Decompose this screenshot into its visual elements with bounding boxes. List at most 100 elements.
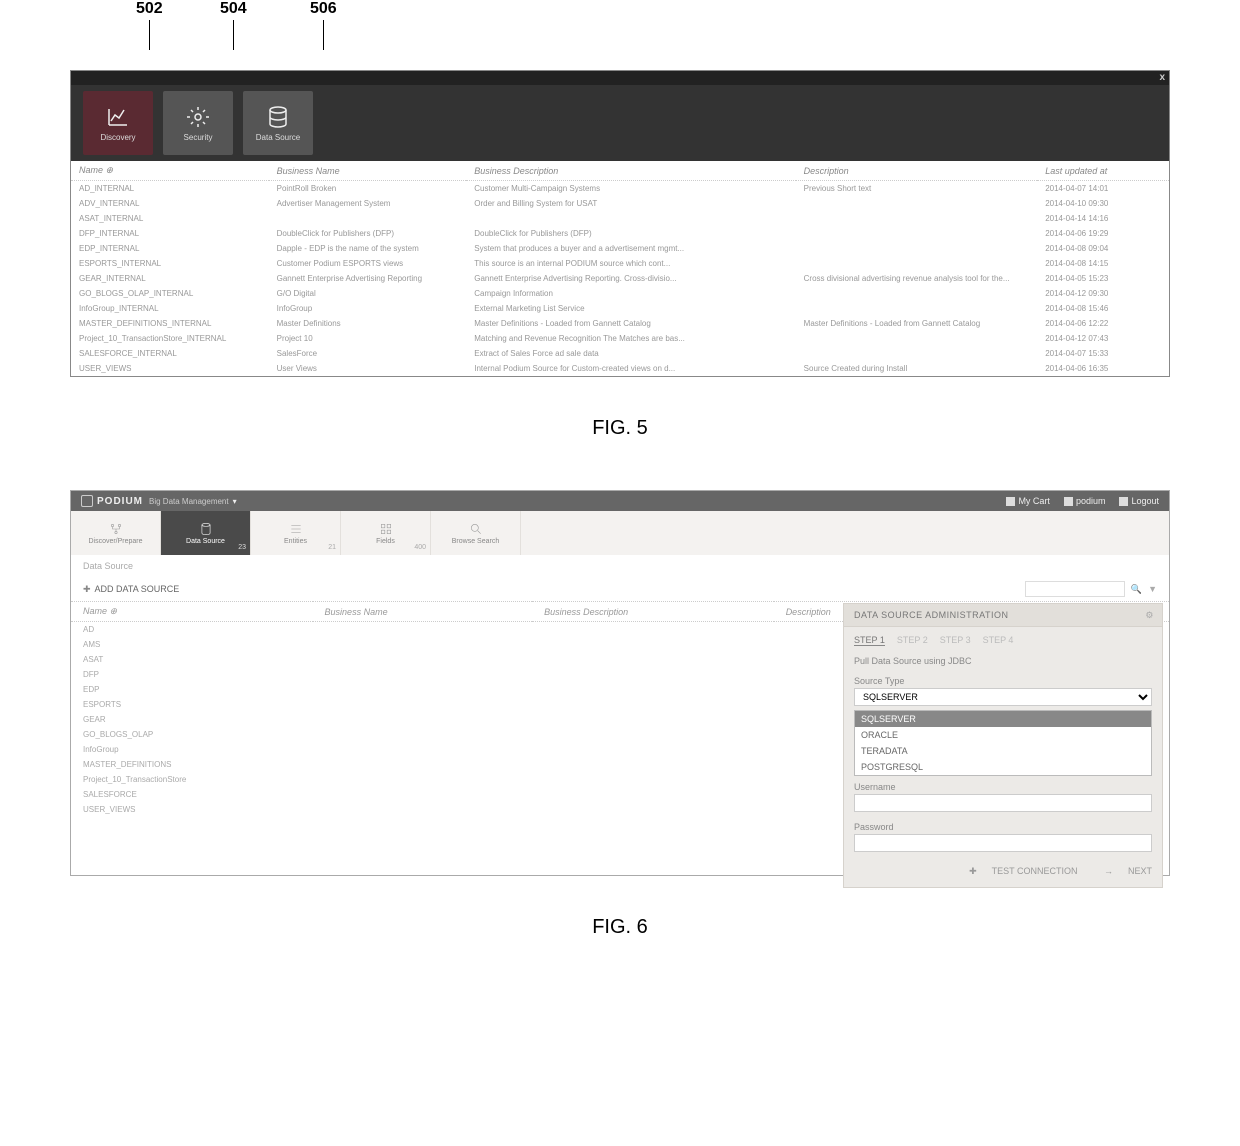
sort-icon[interactable]: ⊕: [106, 165, 114, 175]
table-row[interactable]: GEAR_INTERNALGannett Enterprise Advertis…: [71, 271, 1169, 286]
cell-updated: 2014-04-07 15:33: [1037, 346, 1169, 361]
cell-bdesc: Internal Podium Source for Custom-create…: [466, 361, 795, 376]
cell-name: AD: [71, 622, 313, 638]
panel-title: DATA SOURCE ADMINISTRATION ⚙: [844, 604, 1162, 627]
cell-name: DFP_INTERNAL: [71, 226, 269, 241]
table-row[interactable]: ADV_INTERNALAdvertiser Management System…: [71, 196, 1169, 211]
table-row[interactable]: ESPORTS_INTERNALCustomer Podium ESPORTS …: [71, 256, 1169, 271]
table-row[interactable]: DFP_INTERNALDoubleClick for Publishers (…: [71, 226, 1169, 241]
col-bname[interactable]: Business Name: [269, 161, 467, 181]
username-input[interactable]: [854, 794, 1152, 812]
table-row[interactable]: GO_BLOGS_OLAP_INTERNALG/O DigitalCampaig…: [71, 286, 1169, 301]
col-name[interactable]: Name ⊕: [71, 161, 269, 181]
table-row[interactable]: AD_INTERNALPointRoll BrokenCustomer Mult…: [71, 181, 1169, 197]
table-row[interactable]: USER_VIEWSUser ViewsInternal Podium Sour…: [71, 361, 1169, 376]
col-bname[interactable]: Business Name: [313, 602, 533, 622]
mycart-link[interactable]: My Cart: [1006, 496, 1050, 506]
cell-bname: Gannett Enterprise Advertising Reporting: [269, 271, 467, 286]
brand-subtitle: Big Data Management: [149, 497, 229, 506]
list-icon: [288, 522, 304, 536]
table-row[interactable]: EDP_INTERNALDapple - EDP is the name of …: [71, 241, 1169, 256]
user-icon: [1064, 497, 1073, 506]
cell-bdesc: Campaign Information: [466, 286, 795, 301]
step-4[interactable]: STEP 4: [983, 635, 1014, 646]
cell-bdesc: [466, 211, 795, 226]
password-input[interactable]: [854, 834, 1152, 852]
brand-dropdown-icon[interactable]: ▾: [233, 497, 237, 506]
admin-panel: DATA SOURCE ADMINISTRATION ⚙ STEP 1 STEP…: [843, 603, 1163, 888]
sort-icon[interactable]: ⊕: [110, 606, 118, 616]
callout-504: 504: [220, 0, 247, 18]
filter-icon[interactable]: ▼: [1148, 584, 1157, 594]
cell-updated: 2014-04-12 09:30: [1037, 286, 1169, 301]
col-bdesc[interactable]: Business Description: [466, 161, 795, 181]
col-bdesc[interactable]: Business Description: [532, 602, 774, 622]
chart-icon: [104, 105, 132, 129]
fig6-window: PODIUM Big Data Management ▾ My Cart pod…: [70, 490, 1170, 876]
step-1[interactable]: STEP 1: [854, 635, 885, 646]
cell-name: MASTER_DEFINITIONS: [71, 757, 313, 772]
logout-link[interactable]: Logout: [1119, 496, 1159, 506]
cell-name: GEAR_INTERNAL: [71, 271, 269, 286]
plus-icon[interactable]: ✚: [83, 584, 91, 595]
table-row[interactable]: MASTER_DEFINITIONS_INTERNALMaster Defini…: [71, 316, 1169, 331]
test-connection-button[interactable]: ✚TEST CONNECTION: [957, 866, 1077, 876]
nav-datasource[interactable]: Data Source 23: [161, 511, 251, 555]
col-desc[interactable]: Description: [796, 161, 1038, 181]
nav-fields[interactable]: Fields 400: [341, 511, 431, 555]
cell-bname: User Views: [269, 361, 467, 376]
next-button[interactable]: →NEXT: [1092, 866, 1152, 876]
cell-bname: Project 10: [269, 331, 467, 346]
cell-bdesc: This source is an internal PODIUM source…: [466, 256, 795, 271]
cell-name: ESPORTS_INTERNAL: [71, 256, 269, 271]
cell-bname: G/O Digital: [269, 286, 467, 301]
nav-bar: Discover/Prepare Data Source 23 Entities…: [71, 511, 1169, 555]
cell-name: GO_BLOGS_OLAP: [71, 727, 313, 742]
discovery-tile[interactable]: Discovery: [83, 91, 153, 155]
option-sqlserver[interactable]: SQLSERVER: [855, 711, 1151, 727]
nav-discovery[interactable]: Discover/Prepare: [71, 511, 161, 555]
close-icon[interactable]: x: [1159, 72, 1165, 83]
app-header: PODIUM Big Data Management ▾ My Cart pod…: [71, 491, 1169, 511]
nav-entities[interactable]: Entities 21: [251, 511, 341, 555]
cell-name: GO_BLOGS_OLAP_INTERNAL: [71, 286, 269, 301]
search-icon[interactable]: 🔍: [1131, 584, 1142, 595]
tree-icon: [108, 522, 124, 536]
cell-name: InfoGroup: [71, 742, 313, 757]
cell-name: SALESFORCE: [71, 787, 313, 802]
username-label: Username: [844, 776, 1162, 794]
gear-icon[interactable]: ⚙: [1145, 610, 1154, 621]
panel-actions: ✚TEST CONNECTION →NEXT: [844, 856, 1162, 887]
database-icon: [264, 105, 292, 129]
step-2[interactable]: STEP 2: [897, 635, 928, 646]
cell-updated: 2014-04-06 12:22: [1037, 316, 1169, 331]
table-row[interactable]: SALESFORCE_INTERNALSalesForceExtract of …: [71, 346, 1169, 361]
step-3[interactable]: STEP 3: [940, 635, 971, 646]
cell-desc: [796, 226, 1038, 241]
option-postgresql[interactable]: POSTGRESQL: [855, 759, 1151, 775]
nav-search[interactable]: Browse Search: [431, 511, 521, 555]
cell-name: ADV_INTERNAL: [71, 196, 269, 211]
cell-desc: Cross divisional advertising revenue ana…: [796, 271, 1038, 286]
cell-desc: [796, 241, 1038, 256]
add-datasource-button[interactable]: ADD DATA SOURCE: [95, 584, 180, 594]
security-tile[interactable]: Security: [163, 91, 233, 155]
grid-icon: [378, 522, 394, 536]
pull-label: Pull Data Source using JDBC: [844, 652, 1162, 670]
cell-name: SALESFORCE_INTERNAL: [71, 346, 269, 361]
col-name[interactable]: Name ⊕: [71, 602, 313, 622]
cell-desc: [796, 331, 1038, 346]
cell-name: Project_10_TransactionStore_INTERNAL: [71, 331, 269, 346]
table-row[interactable]: InfoGroup_INTERNALInfoGroupExternal Mark…: [71, 301, 1169, 316]
source-type-select[interactable]: SQLSERVER: [854, 688, 1152, 706]
search-input[interactable]: [1025, 581, 1125, 597]
table-row[interactable]: ASAT_INTERNAL2014-04-14 14:16: [71, 211, 1169, 226]
option-teradata[interactable]: TERADATA: [855, 743, 1151, 759]
table-row[interactable]: Project_10_TransactionStore_INTERNALProj…: [71, 331, 1169, 346]
cell-desc: [796, 301, 1038, 316]
tile-label: Data Source: [256, 133, 300, 142]
datasource-tile[interactable]: Data Source: [243, 91, 313, 155]
user-link[interactable]: podium: [1064, 496, 1106, 506]
option-oracle[interactable]: ORACLE: [855, 727, 1151, 743]
col-updated[interactable]: Last updated at: [1037, 161, 1169, 181]
